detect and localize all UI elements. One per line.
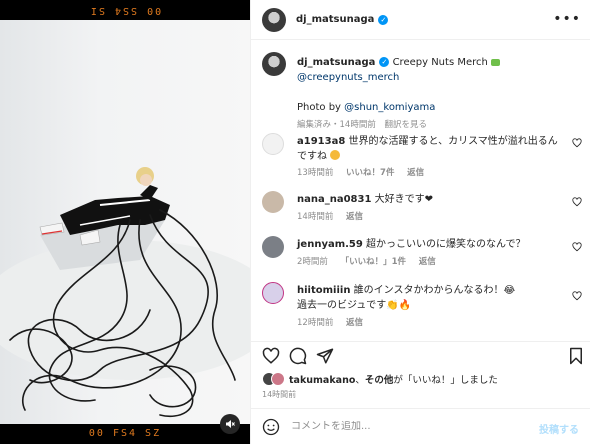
post-media[interactable]: 00 SS4 SI 00 FS4 SZ: [0, 0, 250, 444]
comment-body: hiitomiiin 誰のインスタかわからんなるわ！😂 過去一のビジュです👏🔥: [297, 283, 567, 313]
emoji-smiley-icon[interactable]: [262, 418, 280, 436]
photographer-mention[interactable]: @shun_komiyama: [344, 102, 435, 113]
film-strip-bottom: 00 FS4 SZ: [0, 424, 250, 444]
reply-button[interactable]: 返信: [346, 318, 363, 328]
caption-text: Creepy Nuts Merch: [392, 57, 488, 68]
mute-button[interactable]: [220, 414, 240, 434]
comment-body: jennyam.59 超かっこいいのに爆笑なのなんで？: [297, 237, 567, 252]
photo-illustration: [0, 167, 250, 417]
post-button[interactable]: 投稿する: [539, 421, 579, 436]
comment-body: a1913a8 世界的な活躍すると、カリスマ性が溢れ出るんですね: [297, 134, 567, 164]
avatar[interactable]: [262, 282, 284, 304]
more-options-button[interactable]: •••: [553, 11, 581, 27]
reply-button[interactable]: 返信: [407, 168, 424, 178]
comment-likes[interactable]: 「いいね！」1件: [341, 257, 406, 267]
comment-item: jennyam.59 超かっこいいのに爆笑なのなんで？ 2時間前 「いいね！」1…: [262, 236, 582, 272]
more-horizontal-icon: •••: [553, 11, 581, 27]
film-strip-top: 00 SS4 SI: [0, 0, 250, 20]
likes-summary[interactable]: takumakano、その他が「いいね！」しました: [262, 372, 498, 386]
heart-eyes-emoji-icon: [330, 150, 341, 160]
post-panel: dj_matsunaga ✓ ••• dj_matsunaga ✓ Creepy …: [250, 0, 590, 444]
post-photo[interactable]: [0, 20, 250, 424]
comment-time: 14時間前: [297, 212, 334, 222]
comment-like-heart-icon[interactable]: [572, 138, 582, 148]
avatar[interactable]: [262, 133, 284, 155]
post-caption: dj_matsunaga ✓ Creepy Nuts Merch @creepyn…: [262, 52, 582, 132]
likes-separator: 、: [355, 375, 365, 386]
comment-time: 13時間前: [297, 168, 334, 178]
tshirt-icon: [491, 59, 501, 66]
reply-button[interactable]: 返信: [346, 212, 363, 222]
likes-suffix: が「いいね！」しました: [393, 375, 498, 386]
header-username[interactable]: dj_matsunaga: [296, 14, 374, 25]
reply-button[interactable]: 返信: [419, 257, 436, 267]
caption-mention[interactable]: @creepynuts_merch: [297, 72, 399, 83]
bookmark-icon[interactable]: [567, 347, 585, 365]
comment-likes[interactable]: いいね！7件: [346, 168, 394, 178]
comment-input[interactable]: [291, 421, 511, 432]
see-translation-link[interactable]: 翻訳を見る: [385, 120, 428, 130]
comments-list: dj_matsunaga ✓ Creepy Nuts Merch @creepyn…: [251, 41, 590, 341]
comment-text: 誰のインスタかわからんなるわ！😂: [353, 285, 516, 296]
comment-body: nana_na0831 大好きです❤: [297, 192, 567, 207]
heart-icon[interactable]: [262, 347, 280, 365]
verified-badge-icon: ✓: [378, 14, 389, 25]
photo-by-label: Photo by: [297, 102, 345, 113]
speaker-muted-icon: [226, 420, 235, 428]
avatar[interactable]: [262, 7, 286, 32]
comment-like-heart-icon[interactable]: [572, 291, 582, 301]
comment-username[interactable]: nana_na0831: [297, 194, 371, 205]
post-timestamp: 14時間前: [262, 390, 297, 399]
comment-time: 12時間前: [297, 318, 334, 328]
avatar[interactable]: [262, 191, 284, 213]
comment-item: hiitomiiin 誰のインスタかわからんなるわ！😂 過去一のビジュです👏🔥 …: [262, 282, 582, 334]
comment-item: nana_na0831 大好きです❤ 14時間前 返信: [262, 191, 582, 227]
action-bar: [251, 341, 590, 369]
caption-avatar[interactable]: [262, 52, 286, 76]
comment-item: a1913a8 世界的な活躍すると、カリスマ性が溢れ出るんですね 13時間前 い…: [262, 133, 582, 178]
comment-icon[interactable]: [289, 347, 307, 365]
liker-username[interactable]: takumakano: [289, 375, 355, 386]
comment-username[interactable]: a1913a8: [297, 136, 345, 147]
share-icon[interactable]: [316, 347, 334, 365]
caption-edited-time: 編集済み・14時間前: [297, 120, 376, 130]
add-comment-bar: 投稿する: [251, 408, 590, 444]
comment-time: 2時間前: [297, 257, 328, 267]
caption-username[interactable]: dj_matsunaga: [297, 57, 375, 68]
comment-username[interactable]: jennyam.59: [297, 239, 363, 250]
avatar[interactable]: [262, 236, 284, 258]
post-header: dj_matsunaga ✓ •••: [251, 0, 590, 40]
comment-like-heart-icon[interactable]: [572, 242, 582, 252]
avatar: [271, 372, 285, 386]
verified-badge-icon: ✓: [379, 57, 390, 67]
comment-like-heart-icon[interactable]: [572, 197, 582, 207]
comment-text: 大好きです❤: [374, 194, 434, 205]
comment-username[interactable]: hiitomiiin: [297, 285, 350, 296]
comment-text: 超かっこいいのに爆笑なのなんで？: [366, 239, 526, 250]
likes-others[interactable]: その他: [365, 375, 394, 386]
comment-text-line2: 過去一のビジュです👏🔥: [297, 300, 412, 311]
